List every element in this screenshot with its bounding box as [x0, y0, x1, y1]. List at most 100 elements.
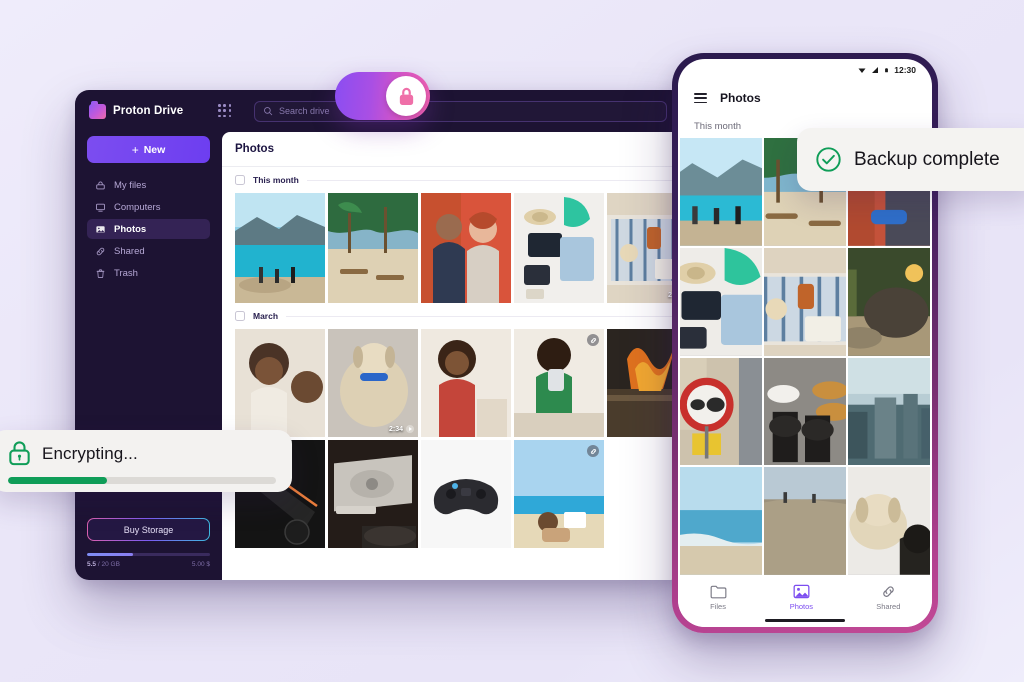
search-icon — [264, 107, 273, 116]
photo-thumbnail[interactable] — [235, 329, 325, 437]
desktop-app-window: Proton Drive Search drive + New My files… — [75, 90, 685, 580]
new-button[interactable]: + New — [87, 136, 210, 163]
encryption-toggle[interactable] — [335, 72, 430, 120]
tab-label: Photos — [789, 601, 814, 611]
photo-thumbnail[interactable] — [848, 247, 930, 356]
photo-thumbnail[interactable] — [235, 193, 325, 303]
sidebar-item-label: Shared — [114, 245, 145, 257]
video-duration: 2:34 — [388, 425, 403, 433]
group-label: This month — [253, 175, 299, 185]
photo-thumbnail[interactable] — [421, 440, 511, 548]
photo-thumbnail[interactable]: 2:34 — [328, 329, 418, 437]
encrypting-progress-fill — [8, 477, 108, 484]
sidebar-item-photos[interactable]: Photos — [87, 219, 210, 239]
photo-row: 2:34 — [222, 193, 685, 303]
phone-app-bar: Photos — [678, 81, 932, 115]
tab-label: Shared — [876, 601, 901, 611]
video-duration-badge: 2:34 — [389, 425, 414, 433]
tab-label: Files — [710, 601, 726, 611]
link-icon — [883, 585, 894, 597]
buy-storage-button[interactable]: Buy Storage — [87, 518, 210, 541]
lock-icon — [399, 87, 413, 105]
plus-icon: + — [131, 142, 139, 157]
sidebar-item-shared[interactable]: Shared — [87, 241, 210, 261]
shared-link-badge — [587, 445, 599, 457]
proton-drive-logo-icon — [89, 100, 106, 119]
photo-thumbnail[interactable] — [328, 193, 418, 303]
sidebar-item-label: Trash — [114, 267, 138, 279]
link-icon — [96, 247, 105, 255]
photo-thumbnail[interactable] — [848, 357, 930, 466]
check-circle-icon — [816, 147, 841, 172]
page-title: Photos — [235, 143, 274, 155]
monitor-icon — [96, 203, 105, 212]
phone-photo-grid — [678, 138, 932, 575]
group-checkbox[interactable] — [235, 311, 245, 321]
apps-grid-icon[interactable] — [218, 104, 232, 118]
photos-content-panel: Photos This month March 2:34 — [222, 132, 685, 580]
group-divider — [286, 315, 672, 317]
sidebar-nav: My files Computers Photos Shared Trash — [87, 175, 210, 283]
group-header-march: March — [222, 303, 685, 329]
sidebar: + New My files Computers Photos Shared T… — [75, 132, 222, 580]
play-icon — [406, 425, 414, 433]
group-label: March — [253, 311, 279, 321]
photo-thumbnail[interactable] — [514, 440, 604, 548]
photo-thumbnail[interactable] — [421, 329, 511, 437]
new-button-label: New — [143, 143, 166, 156]
phone-page-title: Photos — [720, 91, 761, 105]
image-icon — [96, 225, 105, 233]
photo-thumbnail[interactable] — [514, 193, 604, 303]
status-time: 12:30 — [894, 65, 916, 75]
sidebar-item-my-files[interactable]: My files — [87, 175, 210, 195]
photo-thumbnail[interactable] — [764, 467, 846, 575]
signal-icon — [872, 67, 879, 73]
buy-storage-label: Buy Storage — [123, 524, 174, 535]
lock-icon — [9, 441, 30, 466]
photo-thumbnail[interactable] — [421, 193, 511, 303]
group-divider — [306, 179, 672, 181]
phone-tab-shared[interactable]: Shared — [876, 584, 900, 611]
group-checkbox[interactable] — [235, 175, 245, 185]
photo-thumbnail[interactable] — [764, 247, 846, 356]
sidebar-item-label: Photos — [114, 223, 147, 235]
content-header: Photos — [222, 132, 685, 167]
photo-thumbnail[interactable] — [328, 440, 418, 548]
brand-name: Proton Drive — [113, 105, 184, 117]
encrypting-label: Encrypting... — [42, 443, 138, 463]
battery-icon — [885, 68, 889, 73]
photo-thumbnail[interactable] — [680, 247, 762, 356]
encrypting-toast: Encrypting... — [0, 430, 292, 492]
photo-thumbnail[interactable] — [764, 357, 846, 466]
drive-icon — [96, 181, 105, 189]
wifi-icon — [858, 68, 866, 73]
backup-complete-label: Backup complete — [854, 148, 1000, 170]
storage-total: / 20 GB — [97, 561, 120, 568]
search-bar[interactable]: Search drive — [254, 100, 667, 122]
hamburger-menu-icon[interactable] — [694, 93, 707, 103]
folder-icon — [710, 585, 726, 598]
trash-icon — [96, 268, 105, 278]
storage-block: Buy Storage 5.5 / 20 GB 5.00 $ — [87, 518, 210, 580]
photo-thumbnail[interactable] — [848, 467, 930, 575]
photo-row: 2:34 — [222, 329, 685, 437]
home-indicator — [765, 619, 845, 622]
sidebar-item-computers[interactable]: Computers — [87, 197, 210, 217]
storage-meta: 5.5 / 20 GB 5.00 $ — [87, 561, 210, 568]
image-icon — [793, 584, 810, 598]
link-icon — [590, 337, 596, 343]
storage-progress-bar — [87, 553, 210, 556]
app-brand: Proton Drive — [89, 100, 204, 119]
storage-price: 5.00 $ — [191, 561, 210, 568]
photo-thumbnail[interactable] — [680, 138, 762, 246]
encrypting-progress-bar — [8, 477, 276, 484]
group-header-this-month: This month — [222, 167, 685, 193]
link-icon — [590, 448, 596, 454]
phone-tab-photos[interactable]: Photos — [790, 584, 813, 611]
photo-thumbnail[interactable] — [680, 357, 762, 466]
photo-thumbnail[interactable] — [514, 329, 604, 437]
phone-tab-files[interactable]: Files — [710, 584, 727, 611]
photo-thumbnail[interactable] — [680, 467, 762, 575]
search-input[interactable]: Search drive — [279, 106, 330, 116]
sidebar-item-trash[interactable]: Trash — [87, 263, 210, 283]
